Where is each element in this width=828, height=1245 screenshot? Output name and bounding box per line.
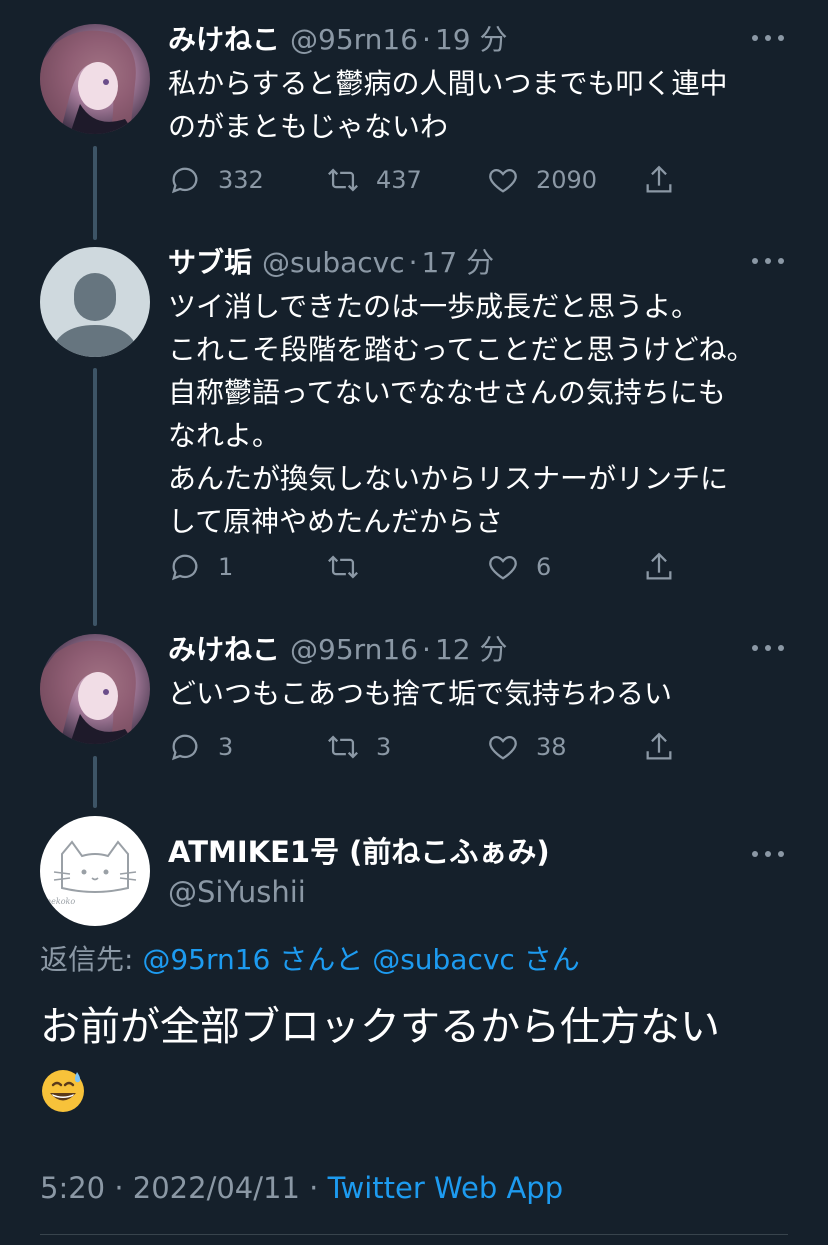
reply-count: 1 xyxy=(218,553,234,581)
tweet-header: みけねこ @95rn16 · 19 分 xyxy=(168,20,507,60)
more-dots-icon[interactable] xyxy=(752,26,784,50)
tweet-thread-page: みけねこ @95rn16 · 19 分 私からすると鬱病の人間いつまでも叩く連中… xyxy=(0,0,828,1245)
thread-connector xyxy=(93,146,97,240)
reply-mention-link[interactable]: @95rn16 さん xyxy=(142,943,335,976)
reply-to-line: 返信先: @95rn16 さんと @subacvc さん xyxy=(40,940,580,980)
more-dots-icon[interactable] xyxy=(752,249,784,273)
reply-count: 332 xyxy=(218,166,264,194)
retweet-arrows-icon xyxy=(328,555,358,579)
tweet-time[interactable]: 5:20 xyxy=(40,1171,105,1205)
tweet-text-line: あんたが換気しないからリスナーがリンチに xyxy=(168,462,729,495)
like-button[interactable]: 38 xyxy=(486,727,567,767)
reply-count: 3 xyxy=(218,733,234,761)
tweet-text-line: どいつもこあつも捨て垢で気持ちわるい xyxy=(168,677,673,710)
tweet-header: みけねこ @95rn16 · 12 分 xyxy=(168,630,507,670)
retweet-button[interactable] xyxy=(326,547,376,587)
share-button[interactable] xyxy=(642,547,692,587)
tweet-text-line: 自称鬱語ってないでななせさんの気持ちにも xyxy=(168,376,726,409)
user-handle[interactable]: @95rn16 xyxy=(290,630,418,670)
tweet-text-line: なれよ。 xyxy=(168,419,281,452)
tweet-text: 私からすると鬱病の人間いつまでも叩く連中 のがまともじゃないわ xyxy=(168,62,788,148)
tweet-text-line: 私からすると鬱病の人間いつまでも叩く連中 xyxy=(168,67,728,100)
reply-bubble-icon xyxy=(171,734,198,761)
display-name[interactable]: みけねこ xyxy=(168,630,280,670)
like-count: 2090 xyxy=(536,166,598,194)
tweet-date[interactable]: 2022/04/11 xyxy=(133,1171,300,1205)
tweet-actions: 3 3 38 xyxy=(168,727,688,767)
retweet-button[interactable]: 3 xyxy=(326,727,391,767)
retweet-count: 3 xyxy=(376,733,392,761)
reply-bubble-icon xyxy=(171,167,198,194)
main-tweet-line: お前が全部ブロックするから仕方ない xyxy=(40,1004,720,1050)
tweet-text-line: して原神やめたんだからさ xyxy=(168,505,504,538)
reply-bubble-icon xyxy=(171,554,198,581)
meta-separator: · xyxy=(105,1171,133,1205)
tweet-actions: 1 6 xyxy=(168,547,688,587)
reply-conjunction: と xyxy=(335,943,364,976)
more-dots-icon[interactable] xyxy=(752,636,784,660)
share-button[interactable] xyxy=(642,160,692,200)
retweet-count: 437 xyxy=(376,166,422,194)
avatar-logo-text: nekoko xyxy=(46,897,75,906)
like-count: 6 xyxy=(536,553,552,581)
reply-button[interactable]: 1 xyxy=(168,547,233,587)
share-upload-icon xyxy=(646,165,672,193)
grinning-sweat-emoji xyxy=(42,1070,84,1112)
user-handle[interactable]: @SiYushii xyxy=(168,872,306,912)
thread-connector xyxy=(93,756,97,808)
tweet-text-line: ツイ消しできたのは一歩成長だと思うよ。 xyxy=(168,290,700,323)
divider xyxy=(40,1234,788,1235)
like-button[interactable]: 6 xyxy=(486,547,551,587)
display-name[interactable]: ATMIKE1号 (前ねこふぁみ) xyxy=(168,832,550,872)
separator-dot: · xyxy=(422,633,431,666)
retweet-arrows-icon xyxy=(328,735,358,759)
reply-button[interactable]: 3 xyxy=(168,727,233,767)
user-handle[interactable]: @subacvc xyxy=(262,243,405,283)
tweet-header: サブ垢 @subacvc · 17 分 xyxy=(168,243,494,283)
thread-connector xyxy=(93,368,97,626)
reply-button[interactable]: 332 xyxy=(168,160,264,200)
display-name[interactable]: みけねこ xyxy=(168,20,280,60)
retweet-arrows-icon xyxy=(328,168,358,192)
share-button[interactable] xyxy=(642,727,692,767)
avatar[interactable]: nekoko xyxy=(40,816,150,926)
tweet-actions: 332 437 2090 xyxy=(168,160,688,200)
separator-dot: · xyxy=(408,246,418,279)
tweet-text: ツイ消しできたのは一歩成長だと思うよ。 これこそ段階を踏むってことだと思うけどね… xyxy=(168,285,788,543)
reply-to-label: 返信先: xyxy=(40,943,143,976)
share-upload-icon xyxy=(646,552,672,580)
timestamp[interactable]: 19 分 xyxy=(435,20,508,60)
retweet-button[interactable]: 437 xyxy=(326,160,422,200)
more-dots-icon[interactable] xyxy=(752,842,784,866)
heart-icon xyxy=(489,555,517,580)
main-tweet-text: お前が全部ブロックするから仕方ない xyxy=(40,996,800,1120)
like-count: 38 xyxy=(536,733,567,761)
display-name[interactable]: サブ垢 xyxy=(168,243,252,283)
tweet-text-line: のがまともじゃないわ xyxy=(168,110,449,143)
separator-dot: · xyxy=(422,23,431,56)
tweet-text-line: これこそ段階を踏むってことだと思うけどね。 xyxy=(168,333,755,366)
tweet-meta: 5:20 · 2022/04/11 · Twitter Web App xyxy=(40,1168,563,1208)
reply-mention-link[interactable]: @subacvc さん xyxy=(372,943,580,976)
heart-icon xyxy=(489,735,517,760)
timestamp[interactable]: 17 分 xyxy=(422,243,495,283)
avatar[interactable] xyxy=(40,634,150,744)
like-button[interactable]: 2090 xyxy=(486,160,597,200)
avatar[interactable] xyxy=(40,247,150,357)
tweet-source-link[interactable]: Twitter Web App xyxy=(328,1171,564,1205)
user-handle[interactable]: @95rn16 xyxy=(290,20,418,60)
timestamp[interactable]: 12 分 xyxy=(435,630,508,670)
tweet-text: どいつもこあつも捨て垢で気持ちわるい xyxy=(168,672,788,715)
avatar[interactable] xyxy=(40,24,150,134)
heart-icon xyxy=(489,168,517,193)
share-upload-icon xyxy=(646,732,672,760)
meta-separator: · xyxy=(299,1171,328,1205)
